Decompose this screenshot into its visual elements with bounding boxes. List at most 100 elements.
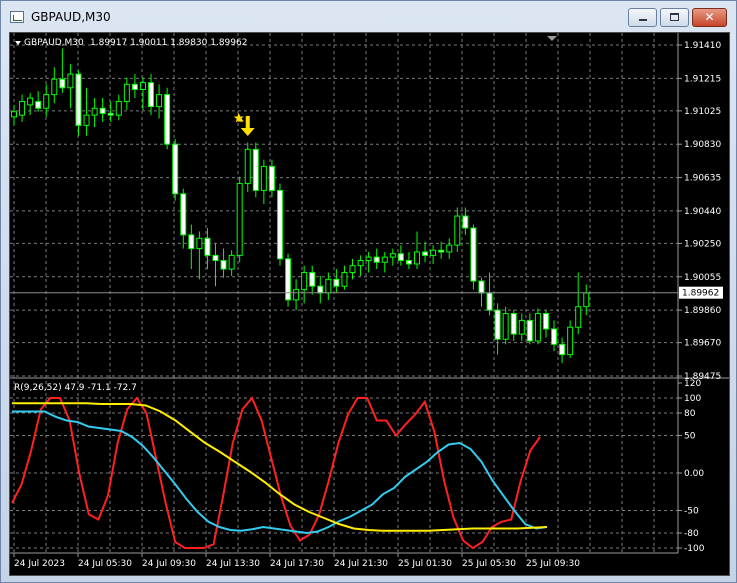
candle bbox=[67, 63, 74, 109]
candle bbox=[252, 142, 259, 198]
price-tick-label: 1.90250 bbox=[684, 239, 721, 249]
window-title: GBPAUD,M30 bbox=[31, 10, 111, 24]
indicator-tick-label: 50 bbox=[684, 432, 696, 442]
candle bbox=[575, 272, 582, 335]
price-tick-label: 1.90635 bbox=[684, 174, 721, 184]
indicator-tick-label: 120 bbox=[684, 379, 701, 389]
indicator-tick-label: 100 bbox=[684, 394, 701, 404]
candle bbox=[220, 248, 227, 278]
candle bbox=[422, 241, 429, 263]
time-tick-label: 24 Jul 2023 bbox=[14, 559, 65, 569]
minimize-icon bbox=[639, 19, 647, 21]
candle bbox=[365, 251, 372, 273]
candle bbox=[551, 320, 558, 352]
time-tick-label: 24 Jul 17:30 bbox=[270, 559, 324, 569]
sell-signal-arrow-icon[interactable] bbox=[233, 112, 255, 136]
indicator-label: R(9,26,52) 47.9 -71.1 -72.7 bbox=[14, 383, 137, 393]
candle bbox=[317, 275, 324, 304]
candle bbox=[75, 70, 82, 136]
symbol-label: GBPAUD,M30 bbox=[24, 38, 84, 48]
candle bbox=[276, 183, 283, 266]
candle bbox=[236, 176, 243, 263]
indicator-tick-label: -100 bbox=[684, 544, 705, 554]
candle bbox=[156, 84, 163, 119]
candle bbox=[35, 91, 42, 112]
candle bbox=[502, 306, 509, 345]
candle bbox=[83, 87, 90, 136]
candle bbox=[123, 77, 130, 111]
price-tick-label: 1.91410 bbox=[684, 41, 721, 51]
candle bbox=[188, 224, 195, 270]
candle bbox=[349, 258, 356, 280]
candle bbox=[164, 87, 171, 150]
current-price-line-group: 1.89962 bbox=[10, 286, 723, 299]
candle bbox=[583, 284, 590, 316]
chart-window: GBPAUD,M30 ✕ 1.91410 1.91215 1.91025 1.9083… bbox=[0, 0, 737, 583]
candle bbox=[430, 245, 437, 264]
candle bbox=[212, 243, 219, 287]
chart-area[interactable]: 1.91410 1.91215 1.91025 1.90830 1.90635 1.904… bbox=[9, 32, 730, 576]
price-tick-label: 1.89860 bbox=[684, 306, 721, 316]
candle bbox=[309, 265, 316, 295]
close-button[interactable]: ✕ bbox=[692, 8, 727, 27]
candle bbox=[228, 250, 235, 276]
time-tick-label: 24 Jul 13:30 bbox=[206, 559, 260, 569]
candle bbox=[389, 248, 396, 266]
price-tick-label: 1.90440 bbox=[684, 207, 721, 217]
time-tick-label: 25 Jul 09:30 bbox=[526, 559, 580, 569]
candle bbox=[59, 48, 66, 93]
candle bbox=[518, 313, 525, 341]
candle bbox=[357, 255, 364, 276]
ohlc-values: 1.89917 1.90011 1.89830 1.89962 bbox=[90, 38, 247, 48]
chart-header: GBPAUD,M30 1.89917 1.90011 1.89830 1.899… bbox=[15, 38, 247, 48]
candle bbox=[11, 104, 17, 126]
time-tick-label: 24 Jul 05:30 bbox=[78, 559, 132, 569]
candle bbox=[107, 101, 114, 122]
candle bbox=[526, 313, 533, 345]
time-tick-label: 24 Jul 09:30 bbox=[142, 559, 196, 569]
price-tick-label: 1.91215 bbox=[684, 74, 721, 84]
candle bbox=[148, 74, 155, 116]
indicator-tick-label: 0.00 bbox=[684, 469, 704, 479]
candle bbox=[172, 139, 179, 201]
candle bbox=[51, 67, 58, 104]
candle bbox=[397, 245, 404, 266]
candle bbox=[373, 248, 380, 270]
indicator-tick-label: 80 bbox=[684, 409, 696, 419]
time-tick-label: 24 Jul 21:30 bbox=[334, 559, 388, 569]
title-bar[interactable]: GBPAUD,M30 ✕ bbox=[1, 1, 736, 32]
candle bbox=[381, 251, 388, 273]
chart-shift-marker[interactable] bbox=[547, 36, 557, 41]
chart-app-icon bbox=[10, 11, 24, 23]
candle bbox=[494, 303, 501, 355]
maximize-button[interactable] bbox=[660, 8, 689, 27]
candle bbox=[293, 279, 300, 311]
candle bbox=[486, 272, 493, 316]
candle bbox=[478, 277, 485, 307]
maximize-icon bbox=[670, 13, 679, 21]
indicator-tick-label: -50 bbox=[684, 507, 699, 517]
candle bbox=[260, 159, 267, 205]
candle bbox=[19, 94, 26, 122]
candle bbox=[405, 251, 412, 270]
indicator-yellow-line bbox=[12, 402, 548, 532]
dropdown-triangle-icon[interactable] bbox=[15, 41, 21, 45]
indicator-cyan-line bbox=[12, 410, 548, 535]
price-tick-label: 1.89670 bbox=[684, 339, 721, 349]
candle bbox=[341, 265, 348, 290]
close-icon: ✕ bbox=[704, 10, 715, 24]
candle bbox=[196, 231, 203, 280]
price-tick-label: 1.90830 bbox=[684, 140, 721, 150]
candle bbox=[559, 337, 566, 364]
candle bbox=[462, 207, 469, 235]
candle bbox=[139, 77, 146, 111]
candle bbox=[333, 269, 340, 294]
minimize-button[interactable] bbox=[628, 8, 657, 27]
price-chart-svg[interactable]: 1.91410 1.91215 1.91025 1.90830 1.90635 1.904… bbox=[10, 33, 729, 575]
candle bbox=[446, 238, 453, 259]
current-price-label: 1.89962 bbox=[682, 289, 719, 299]
candle bbox=[534, 308, 541, 345]
candle bbox=[285, 253, 292, 307]
candle bbox=[470, 224, 477, 290]
candle bbox=[542, 310, 549, 338]
